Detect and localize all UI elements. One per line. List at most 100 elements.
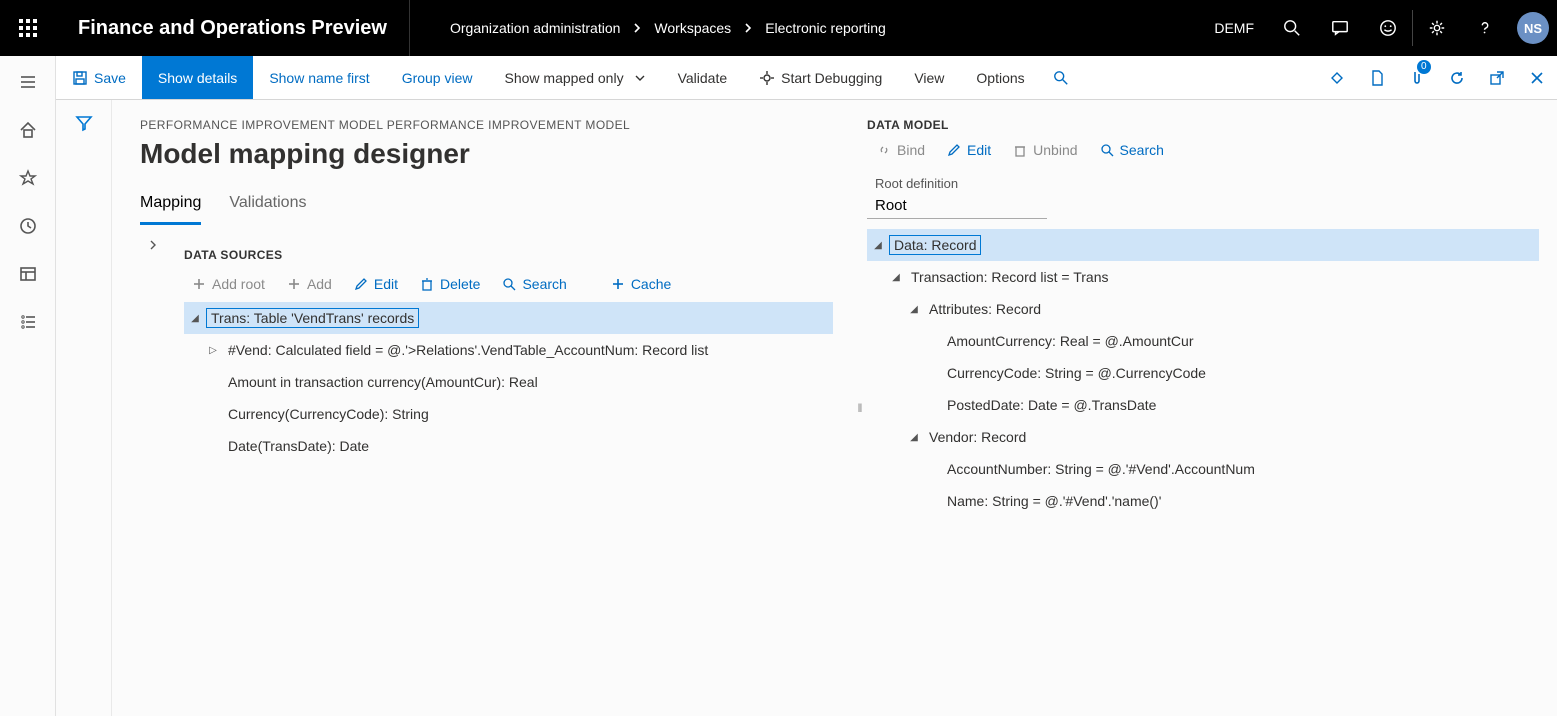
close-icon[interactable] (1517, 56, 1557, 99)
data-sources-actions: Add root Add Edit Delete Search Cache (184, 270, 833, 302)
root-definition-input[interactable] (867, 193, 1047, 219)
tab-mapping[interactable]: Mapping (140, 188, 201, 225)
validate-button[interactable]: Validate (662, 56, 744, 99)
gear-icon[interactable] (1413, 0, 1461, 56)
collapse-icon[interactable]: ◢ (903, 432, 925, 443)
add-button[interactable]: Add (287, 276, 332, 292)
delete-button[interactable]: Delete (420, 276, 480, 292)
tree-node[interactable]: ◢ Vendor: Record (867, 421, 1539, 453)
user-avatar[interactable]: NS (1509, 0, 1557, 56)
tab-validations[interactable]: Validations (229, 188, 306, 225)
tree-node-label: AccountNumber: String = @.'#Vend'.Accoun… (943, 460, 1259, 478)
document-icon[interactable] (1357, 56, 1397, 99)
data-model-actions: Bind Edit Unbind Search (867, 140, 1539, 172)
breadcrumb-item[interactable]: Electronic reporting (765, 20, 886, 36)
tree-node-label: Attributes: Record (925, 300, 1045, 318)
hamburger-icon[interactable] (8, 62, 48, 102)
tree-node-label: Trans: Table 'VendTrans' records (206, 308, 419, 328)
filter-icon (75, 114, 93, 132)
tree-node-label: Data: Record (889, 235, 981, 255)
splitter-handle[interactable]: ‖ (853, 100, 867, 716)
command-bar: Save Show details Show name first Group … (56, 56, 1557, 100)
search-icon[interactable] (1041, 56, 1081, 99)
company-label[interactable]: DEMF (1200, 0, 1268, 56)
left-navigation-rail (0, 56, 56, 716)
chevron-right-icon (743, 20, 753, 36)
smiley-icon[interactable] (1364, 0, 1412, 56)
workspace-icon[interactable] (8, 254, 48, 294)
data-model-tree: ◢ Data: Record ◢ Transaction: Record lis… (867, 229, 1539, 517)
start-debugging-button[interactable]: Start Debugging (743, 56, 898, 99)
tree-node-label: PostedDate: Date = @.TransDate (943, 396, 1160, 414)
tree-node[interactable]: ◢ Trans: Table 'VendTrans' records (184, 302, 833, 334)
page-title: Model mapping designer (140, 138, 833, 170)
tree-node[interactable]: ◢ Attributes: Record (867, 293, 1539, 325)
tree-node[interactable]: Amount in transaction currency(AmountCur… (184, 366, 833, 398)
tree-node-label: Name: String = @.'#Vend'.'name()' (943, 492, 1165, 510)
group-view-button[interactable]: Group view (386, 56, 489, 99)
tree-node[interactable]: CurrencyCode: String = @.CurrencyCode (867, 357, 1539, 389)
popout-icon[interactable] (1477, 56, 1517, 99)
collapse-icon[interactable]: ◢ (885, 272, 907, 283)
collapse-types-toggle[interactable] (140, 232, 166, 462)
edit-button[interactable]: Edit (947, 142, 991, 158)
show-name-first-button[interactable]: Show name first (253, 56, 385, 99)
star-icon[interactable] (8, 158, 48, 198)
tree-node[interactable]: AmountCurrency: Real = @.AmountCur (867, 325, 1539, 357)
view-menu[interactable]: View (898, 56, 960, 99)
connector-icon[interactable] (1317, 56, 1357, 99)
data-sources-tree: ◢ Trans: Table 'VendTrans' records ▷ #Ve… (184, 302, 833, 462)
tree-node[interactable]: PostedDate: Date = @.TransDate (867, 389, 1539, 421)
messages-icon[interactable] (1316, 0, 1364, 56)
show-mapped-only-dropdown[interactable]: Show mapped only (489, 56, 662, 99)
collapse-icon[interactable]: ◢ (903, 304, 925, 315)
tree-node[interactable]: Date(TransDate): Date (184, 430, 833, 462)
search-button[interactable]: Search (502, 276, 566, 292)
recent-icon[interactable] (8, 206, 48, 246)
home-icon[interactable] (8, 110, 48, 150)
unbind-button[interactable]: Unbind (1013, 142, 1077, 158)
tree-node-label: Currency(CurrencyCode): String (224, 405, 433, 423)
avatar: NS (1517, 12, 1549, 44)
cache-button[interactable]: Cache (611, 276, 671, 292)
left-panel: PERFORMANCE IMPROVEMENT MODEL PERFORMANC… (112, 100, 853, 716)
save-button[interactable]: Save (56, 56, 142, 99)
help-icon[interactable] (1461, 0, 1509, 56)
tree-node[interactable]: ◢ Transaction: Record list = Trans (867, 261, 1539, 293)
refresh-icon[interactable] (1437, 56, 1477, 99)
expand-icon[interactable]: ▷ (202, 345, 224, 356)
breadcrumb: Organization administration Workspaces E… (410, 20, 886, 36)
waffle-icon[interactable] (0, 0, 56, 56)
app-title: Finance and Operations Preview (56, 0, 410, 56)
tree-node[interactable]: Name: String = @.'#Vend'.'name()' (867, 485, 1539, 517)
tree-node[interactable]: ◢ Data: Record (867, 229, 1539, 261)
edit-button[interactable]: Edit (354, 276, 398, 292)
add-root-button[interactable]: Add root (192, 276, 265, 292)
breadcrumb-item[interactable]: Workspaces (654, 20, 731, 36)
tree-node[interactable]: AccountNumber: String = @.'#Vend'.Accoun… (867, 453, 1539, 485)
right-panel: DATA MODEL Bind Edit Unbind Search Root … (867, 100, 1557, 716)
tree-node[interactable]: ▷ #Vend: Calculated field = @.'>Relation… (184, 334, 833, 366)
tree-node[interactable]: Currency(CurrencyCode): String (184, 398, 833, 430)
data-sources-heading: DATA SOURCES (184, 248, 833, 262)
data-model-heading: DATA MODEL (867, 118, 1539, 132)
collapse-icon[interactable]: ◢ (867, 240, 889, 251)
tree-node-label: AmountCurrency: Real = @.AmountCur (943, 332, 1197, 350)
attachment-count: 0 (1417, 60, 1431, 74)
tabs: Mapping Validations (140, 188, 833, 226)
search-button[interactable]: Search (1100, 142, 1164, 158)
breadcrumb-item[interactable]: Organization administration (450, 20, 620, 36)
search-icon[interactable] (1268, 0, 1316, 56)
show-details-button[interactable]: Show details (142, 56, 253, 99)
options-menu[interactable]: Options (960, 56, 1040, 99)
attachments-icon[interactable]: 0 (1397, 56, 1437, 99)
modules-icon[interactable] (8, 302, 48, 342)
collapse-icon[interactable]: ◢ (184, 313, 206, 324)
filter-column[interactable] (56, 100, 112, 716)
top-bar: Finance and Operations Preview Organizat… (0, 0, 1557, 56)
bind-button[interactable]: Bind (877, 142, 925, 158)
tree-node-label: Vendor: Record (925, 428, 1030, 446)
tree-node-label: Transaction: Record list = Trans (907, 268, 1113, 286)
tree-node-label: Amount in transaction currency(AmountCur… (224, 373, 542, 391)
context-path: PERFORMANCE IMPROVEMENT MODEL PERFORMANC… (140, 118, 833, 132)
